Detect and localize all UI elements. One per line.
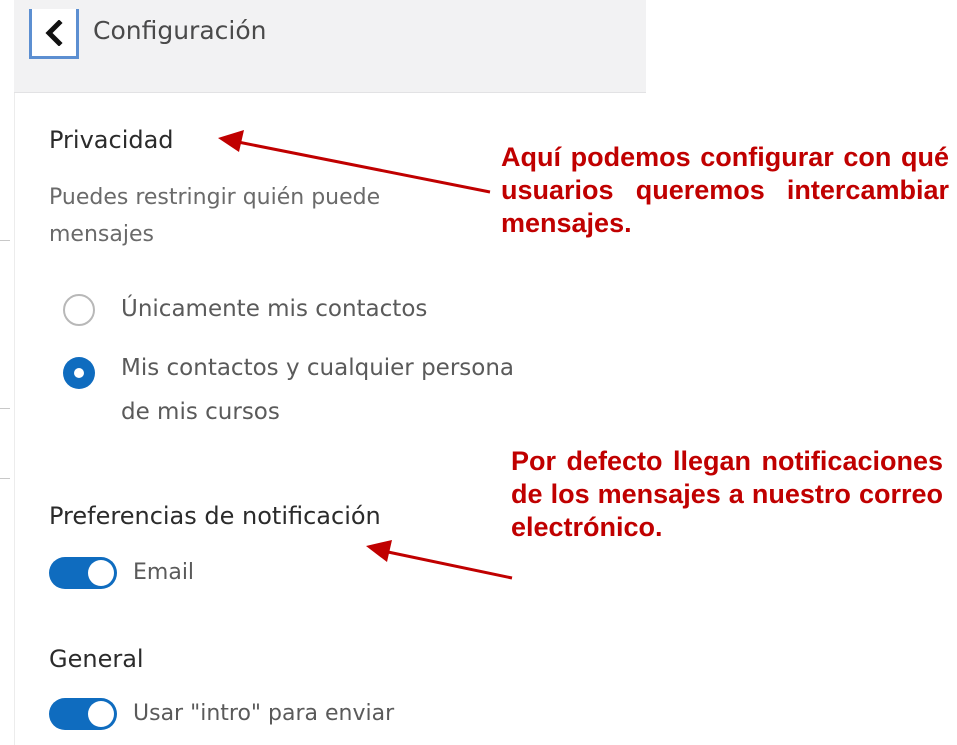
privacy-arrowhead bbox=[218, 130, 244, 152]
privacy-arrow-line bbox=[237, 140, 491, 194]
notifications-arrowhead bbox=[366, 540, 392, 562]
notifications-arrow-line bbox=[387, 550, 513, 580]
annotation-arrows bbox=[218, 130, 513, 580]
